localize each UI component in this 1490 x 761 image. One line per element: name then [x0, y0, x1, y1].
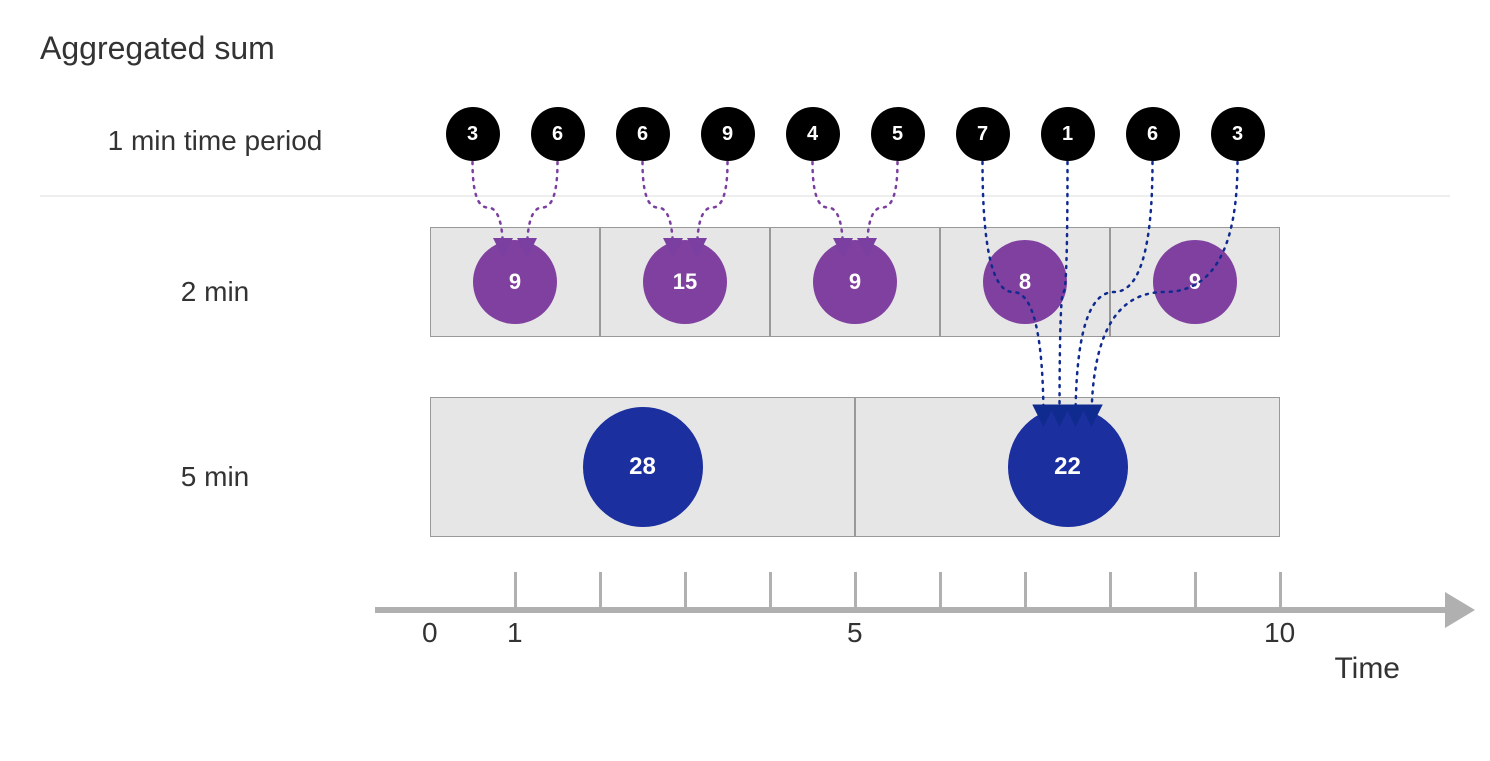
axis-tick	[599, 572, 602, 607]
five-min-dot: 28	[583, 407, 703, 527]
axis-tick	[939, 572, 942, 607]
one-min-dot: 6	[1126, 107, 1180, 161]
row-1min: 1 min time period 3669457163	[40, 107, 1450, 197]
one-min-dot: 3	[446, 107, 500, 161]
one-min-dot: 4	[786, 107, 840, 161]
one-min-dot: 5	[871, 107, 925, 161]
axis-label: Time	[1334, 652, 1400, 686]
row-2min: 2 min 9 15 9 8 9	[40, 227, 1450, 357]
one-min-dot: 3	[1211, 107, 1265, 161]
one-min-dot: 9	[701, 107, 755, 161]
axis-tick	[1194, 572, 1197, 607]
one-min-dot: 6	[616, 107, 670, 161]
two-min-dot: 8	[983, 240, 1067, 324]
axis-tick	[1109, 572, 1112, 607]
diagram-title: Aggregated sum	[40, 30, 1450, 67]
time-axis: 01510 Time	[390, 567, 1440, 667]
axis-tick-label: 10	[1264, 617, 1295, 649]
one-min-dot: 6	[531, 107, 585, 161]
two-min-dot: 15	[643, 240, 727, 324]
axis-tick	[1279, 572, 1282, 607]
axis-line	[375, 607, 1455, 613]
row-5min: 5 min 28 22	[40, 397, 1450, 557]
axis-tick	[854, 572, 857, 607]
two-min-dot: 9	[1153, 240, 1237, 324]
two-min-dot: 9	[473, 240, 557, 324]
two-min-dot: 9	[813, 240, 897, 324]
row-1min-label: 1 min time period	[40, 123, 390, 159]
axis-tick	[1024, 572, 1027, 607]
one-min-dot: 7	[956, 107, 1010, 161]
row-5min-label: 5 min	[40, 459, 390, 495]
axis-tick	[514, 572, 517, 607]
one-min-dot: 1	[1041, 107, 1095, 161]
axis-tick-label: 0	[422, 617, 438, 649]
axis-tick	[769, 572, 772, 607]
five-min-dot: 22	[1008, 407, 1128, 527]
axis-tick-label: 1	[507, 617, 523, 649]
axis-tick-label: 5	[847, 617, 863, 649]
axis-arrowhead-icon	[1445, 592, 1475, 628]
axis-tick	[684, 572, 687, 607]
row-2min-label: 2 min	[40, 274, 390, 310]
